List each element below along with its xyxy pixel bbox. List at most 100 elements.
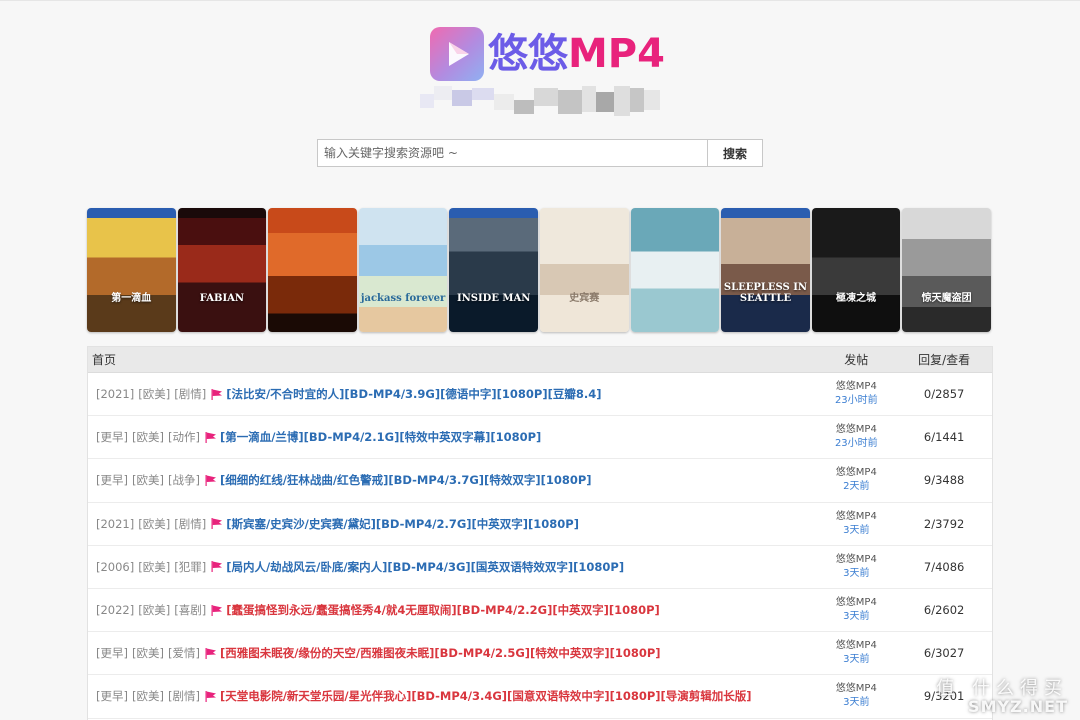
thread-list: 首页 发帖 回复/查看 [2021] [欧美] [剧情] [法比安/不合时宜的人…: [87, 346, 993, 720]
thread-author-cell: 悠悠MP4 3天前: [816, 510, 896, 538]
thread-link[interactable]: [天堂电影院/新天堂乐园/星光伴我心][BD-MP4/3.4G][国意双语特效中…: [220, 688, 752, 704]
thread-row: [2022] [欧美] [喜剧] [蠢蛋搞怪到永远/蠢蛋搞怪秀4/就4无厘取闹]…: [88, 589, 992, 633]
thread-link[interactable]: [第一滴血/兰博][BD-MP4/2.1G][特效中英双字幕][1080P]: [220, 429, 541, 445]
thread-link[interactable]: [细细的红线/狂林战曲/红色警戒][BD-MP4/3.7G][特效双字][108…: [220, 472, 592, 488]
author-name[interactable]: 悠悠MP4: [816, 423, 896, 437]
site-logo-text: 悠悠MP4: [488, 27, 665, 81]
flag-icon: [205, 690, 216, 702]
watermark-line1: 值 什么得买: [936, 678, 1068, 699]
genre-tag[interactable]: [剧情]: [168, 688, 200, 704]
post-time: 2天前: [843, 481, 870, 493]
thread-list-header: 首页 发帖 回复/查看: [88, 347, 992, 373]
poster-4[interactable]: jackass forever: [358, 208, 448, 332]
thread-row: [2021] [欧美] [剧情] [法比安/不合时宜的人][BD-MP4/3.9…: [88, 373, 992, 417]
poster-caption: 惊天魔盗团: [921, 293, 972, 304]
thread-author-cell: 悠悠MP4 3天前: [816, 553, 896, 581]
year-tag[interactable]: [2021]: [96, 517, 134, 531]
thread-link[interactable]: [局内人/劫战风云/卧底/案内人][BD-MP4/3G][国英双语特效双字][1…: [226, 559, 624, 575]
poster-10[interactable]: 惊天魔盗团: [902, 208, 991, 332]
post-time: 3天前: [843, 654, 870, 666]
reply-view-count: 0/2857: [923, 387, 965, 402]
thread-link[interactable]: [斯宾塞/史宾沙/史宾赛/黛妃][BD-MP4/2.7G][中英双字][1080…: [226, 516, 579, 532]
region-tag[interactable]: [欧美]: [132, 429, 164, 445]
year-tag[interactable]: [更早]: [96, 472, 128, 488]
year-tag[interactable]: [更早]: [96, 688, 128, 704]
thread-row: [更早] [欧美] [爱情] [西雅图未眠夜/缘份的天空/西雅图夜未眠][BD-…: [88, 632, 992, 676]
author-name[interactable]: 悠悠MP4: [816, 596, 896, 610]
region-tag[interactable]: [欧美]: [138, 559, 170, 575]
poster-5[interactable]: INSIDE MAN: [449, 208, 538, 332]
breadcrumb-home[interactable]: 首页: [88, 351, 816, 368]
thread-link[interactable]: [法比安/不合时宜的人][BD-MP4/3.9G][德语中字][1080P][豆…: [226, 386, 601, 402]
column-header-stats: 回复/查看: [918, 353, 971, 367]
poster-6[interactable]: 史宾赛: [539, 208, 629, 332]
flag-icon: [211, 388, 223, 400]
author-name[interactable]: 悠悠MP4: [816, 466, 896, 480]
top-divider: [0, 0, 1080, 1]
poster-1[interactable]: 第一滴血: [87, 208, 176, 332]
thread-author-cell: 悠悠MP4 23小时前: [816, 380, 896, 408]
year-tag[interactable]: [更早]: [96, 429, 128, 445]
thread-title-cell: [2021] [欧美] [剧情] [法比安/不合时宜的人][BD-MP4/3.9…: [88, 386, 816, 402]
author-name[interactable]: 悠悠MP4: [816, 553, 896, 567]
thread-title-cell: [2021] [欧美] [剧情] [斯宾塞/史宾沙/史宾赛/黛妃][BD-MP4…: [88, 516, 816, 532]
poster-8[interactable]: SLEEPLESS IN SEATTLE: [721, 208, 810, 332]
site-logo[interactable]: 悠悠MP4: [430, 27, 665, 81]
thread-link[interactable]: [蠢蛋搞怪到永远/蠢蛋搞怪秀4/就4无厘取闹][BD-MP4/2.2G][中英双…: [226, 602, 660, 618]
thread-title-cell: [更早] [欧美] [战争] [细细的红线/狂林战曲/红色警戒][BD-MP4/…: [88, 472, 816, 488]
poster-3[interactable]: [268, 208, 357, 332]
poster-caption: SLEEPLESS IN SEATTLE: [723, 282, 808, 304]
thread-link[interactable]: [西雅图未眠夜/缘份的天空/西雅图夜未眠][BD-MP4/2.5G][特效中英双…: [220, 645, 661, 661]
thread-title-cell: [2006] [欧美] [犯罪] [局内人/劫战风云/卧底/案内人][BD-MP…: [88, 559, 816, 575]
thread-row: [2021] [欧美] [剧情] [斯宾塞/史宾沙/史宾赛/黛妃][BD-MP4…: [88, 503, 992, 546]
genre-tag[interactable]: [犯罪]: [174, 559, 206, 575]
watermark-line2: SMYZ.NET: [968, 697, 1068, 716]
flag-icon: [211, 518, 223, 530]
poster-caption: jackass forever: [360, 293, 446, 304]
author-name[interactable]: 悠悠MP4: [816, 380, 896, 394]
region-tag[interactable]: [欧美]: [138, 602, 170, 618]
flag-icon: [205, 647, 216, 659]
year-tag[interactable]: [2006]: [96, 560, 134, 574]
genre-tag[interactable]: [喜剧]: [174, 602, 206, 618]
search-input[interactable]: [317, 139, 707, 167]
poster-caption: 第一滴血: [111, 293, 152, 304]
year-tag[interactable]: [2021]: [96, 387, 134, 401]
poster-caption: INSIDE MAN: [456, 293, 531, 304]
region-tag[interactable]: [欧美]: [138, 516, 170, 532]
year-tag[interactable]: [2022]: [96, 603, 134, 617]
reply-view-count: 7/4086: [923, 559, 965, 574]
genre-tag[interactable]: [剧情]: [174, 516, 206, 532]
poster-7[interactable]: [630, 208, 720, 332]
logo-text-cn: 悠悠: [488, 31, 568, 77]
genre-tag[interactable]: [剧情]: [174, 386, 206, 402]
thread-author-cell: 悠悠MP4 3天前: [816, 596, 896, 624]
reply-view-count: 6/2602: [923, 603, 965, 618]
play-logo-icon: [430, 27, 484, 81]
search-button[interactable]: 搜索: [707, 139, 763, 167]
poster-9[interactable]: 極凍之城: [811, 208, 901, 332]
reply-view-count: 2/3792: [923, 516, 965, 531]
author-name[interactable]: 悠悠MP4: [816, 639, 896, 653]
pixelated-tagline: [420, 86, 660, 116]
poster-2[interactable]: FABIAN: [177, 208, 267, 332]
post-time: 23小时前: [834, 395, 878, 407]
thread-row: [2006] [欧美] [犯罪] [局内人/劫战风云/卧底/案内人][BD-MP…: [88, 546, 992, 589]
author-name[interactable]: 悠悠MP4: [816, 682, 896, 696]
genre-tag[interactable]: [战争]: [168, 472, 200, 488]
post-time: 3天前: [843, 524, 870, 536]
region-tag[interactable]: [欧美]: [132, 472, 164, 488]
region-tag[interactable]: [欧美]: [132, 645, 164, 661]
region-tag[interactable]: [欧美]: [138, 386, 170, 402]
genre-tag[interactable]: [动作]: [168, 429, 200, 445]
watermark: 值 什么得买 SMYZ.NET: [936, 680, 1068, 716]
reply-view-count: 9/3488: [923, 473, 965, 488]
author-name[interactable]: 悠悠MP4: [816, 510, 896, 524]
post-time: 3天前: [843, 567, 870, 579]
year-tag[interactable]: [更早]: [96, 645, 128, 661]
thread-author-cell: 悠悠MP4 23小时前: [816, 423, 896, 451]
poster-carousel: 第一滴血 FABIAN jackass forever INSIDE MAN 史…: [87, 208, 991, 332]
region-tag[interactable]: [欧美]: [132, 688, 164, 704]
genre-tag[interactable]: [爱情]: [168, 645, 200, 661]
thread-author-cell: 悠悠MP4 2天前: [816, 466, 896, 494]
